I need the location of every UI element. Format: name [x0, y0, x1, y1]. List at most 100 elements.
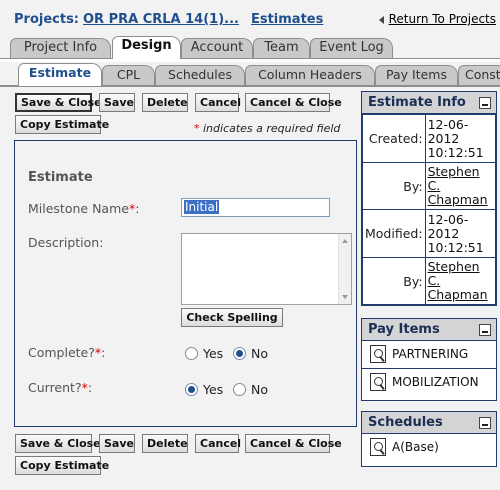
current-label: Current?*: [28, 380, 93, 395]
current-yes-label: Yes [203, 382, 224, 397]
scroll-up-icon[interactable] [342, 239, 348, 243]
modified-by-value: Stephen C. Chapman [424, 257, 497, 305]
scroll-down-icon[interactable] [342, 295, 348, 299]
tab-pay-items[interactable]: Pay Items [375, 65, 458, 85]
estimate-info-panel: Estimate Info Created: 12-06-2012 10:12:5… [361, 91, 497, 306]
cancel-button-bottom[interactable]: Cancel [195, 434, 241, 453]
tab-cpl[interactable]: CPL [102, 65, 155, 85]
tab-account[interactable]: Account [181, 38, 253, 58]
cancel-close-button-top[interactable]: Cancel & Close [245, 93, 342, 112]
pay-item-row[interactable]: MOBILIZATION [362, 368, 496, 395]
created-value: 12-06-2012 10:12:51 [424, 114, 497, 163]
required-star-milestone: * [128, 201, 136, 216]
schedules-header: Schedules [362, 412, 496, 434]
tab-column-headers[interactable]: Column Headers [245, 65, 375, 85]
milestone-name-input[interactable]: Initial [181, 198, 330, 217]
complete-yes-radio[interactable] [185, 347, 198, 360]
modified-by-label: By: [362, 257, 426, 305]
milestone-name-label-text: Milestone Name [28, 201, 129, 216]
current-no-label: No [251, 382, 268, 397]
current-label-text: Current? [28, 380, 82, 395]
tab-schedules[interactable]: Schedules [155, 65, 245, 85]
modified-time: 10:12:51 [427, 239, 484, 255]
complete-label-text: Complete? [28, 345, 95, 360]
delete-button-bottom[interactable]: Delete [142, 434, 188, 453]
estimates-link[interactable]: Estimates [251, 12, 323, 27]
description-scrollbar[interactable] [338, 234, 351, 304]
current-no-radio[interactable] [233, 383, 246, 396]
main-tabs: Project Info Design Account Team Event L… [10, 36, 500, 59]
created-by-label: By: [362, 162, 426, 210]
description-textarea[interactable] [181, 233, 352, 305]
view-icon[interactable] [370, 373, 386, 391]
complete-no-radio[interactable] [233, 347, 246, 360]
tab-estimate[interactable]: Estimate [18, 63, 102, 86]
created-by-link-mid[interactable]: C. [428, 178, 441, 193]
view-icon[interactable] [370, 345, 386, 363]
sub-tabs: Estimate CPL Schedules Column Headers Pa… [18, 63, 500, 86]
breadcrumb: Projects: OR PRA CRLA 14(1)... Estimates [14, 12, 323, 27]
save-button-bottom[interactable]: Save [99, 434, 135, 453]
complete-yes-label: Yes [203, 346, 224, 361]
created-date: 12-06-2012 [427, 116, 469, 146]
project-link[interactable]: OR PRA CRLA 14(1)... [83, 12, 239, 27]
cancel-button-top[interactable]: Cancel [195, 93, 241, 112]
copy-estimate-button-top[interactable]: Copy Estimate [15, 115, 109, 134]
tab-team[interactable]: Team [253, 38, 310, 58]
modified-date: 12-06-2012 [427, 211, 469, 241]
pay-items-header: Pay Items [362, 319, 496, 341]
complete-no-label: No [251, 346, 268, 361]
tab-construction[interactable]: Constru [458, 65, 500, 85]
modified-label: Modified: [362, 209, 426, 258]
check-spelling-button[interactable]: Check Spelling [181, 308, 283, 327]
required-field-note: * indicates a required field [194, 122, 340, 135]
modified-value: 12-06-2012 10:12:51 [424, 209, 497, 258]
pay-items-panel: Pay Items PARTNERING MOBILIZATION [361, 318, 497, 401]
created-label: Created: [362, 114, 426, 163]
main-tabs-divider [0, 58, 500, 62]
modified-by-link-first[interactable]: Stephen [428, 259, 480, 274]
return-to-projects[interactable]: Return To Projects [378, 12, 496, 26]
header-bar: Projects: OR PRA CRLA 14(1)... Estimates R… [0, 0, 500, 38]
milestone-name-value: Initial [184, 200, 220, 214]
created-by-link-last[interactable]: Chapman [428, 192, 488, 207]
tab-design[interactable]: Design [112, 36, 181, 59]
view-icon[interactable] [370, 438, 386, 456]
pay-item-row[interactable]: PARTNERING [362, 341, 496, 368]
schedule-label: A(Base) [392, 440, 439, 454]
minimize-icon[interactable] [479, 97, 491, 109]
minimize-icon[interactable] [479, 324, 491, 336]
tab-project-info[interactable]: Project Info [10, 38, 111, 58]
return-to-projects-link[interactable]: Return To Projects [389, 12, 496, 26]
created-time: 10:12:51 [427, 144, 484, 160]
minimize-icon[interactable] [479, 417, 491, 429]
pay-items-title: Pay Items [368, 322, 440, 337]
estimate-info-title: Estimate Info [368, 95, 466, 110]
description-label: Description: [28, 235, 104, 250]
complete-label: Complete?*: [28, 345, 106, 360]
schedules-panel: Schedules A(Base) [361, 411, 497, 467]
created-by-link-first[interactable]: Stephen [428, 164, 480, 179]
modified-by-link-mid[interactable]: C. [428, 273, 441, 288]
form-section-title: Estimate [28, 170, 93, 185]
save-button-top[interactable]: Save [99, 93, 135, 112]
save-close-button-top[interactable]: Save & Close [15, 93, 102, 112]
required-star-current: * [81, 380, 88, 395]
milestone-name-label: Milestone Name*: [28, 201, 140, 216]
cancel-close-button-bottom[interactable]: Cancel & Close [245, 434, 342, 453]
copy-estimate-button-bottom[interactable]: Copy Estimate [15, 456, 109, 475]
pay-item-label: PARTNERING [392, 347, 469, 361]
created-by-value: Stephen C. Chapman [424, 162, 497, 210]
estimate-info-header: Estimate Info [362, 92, 496, 114]
projects-label: Projects: [14, 12, 79, 27]
modified-by-link-last[interactable]: Chapman [428, 287, 488, 302]
current-yes-radio[interactable] [185, 383, 198, 396]
left-arrow-icon [378, 15, 384, 24]
tab-event-log[interactable]: Event Log [310, 38, 393, 58]
required-star-complete: * [94, 345, 102, 360]
delete-button-top[interactable]: Delete [142, 93, 188, 112]
pay-item-label: MOBILIZATION [392, 375, 479, 389]
save-close-button-bottom[interactable]: Save & Close [15, 434, 101, 453]
schedule-row[interactable]: A(Base) [362, 434, 496, 461]
schedules-title: Schedules [368, 415, 443, 430]
